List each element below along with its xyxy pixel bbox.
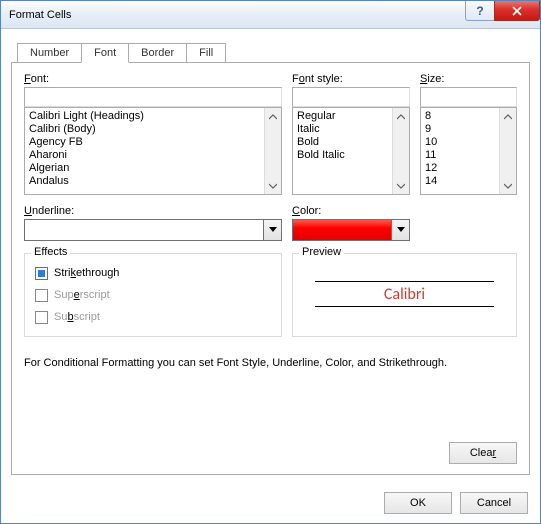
list-item[interactable]: Agency FB: [29, 136, 260, 149]
size-label: Size:: [420, 73, 517, 85]
scroll-down-button[interactable]: [393, 177, 409, 194]
font-style-label: Font style:: [292, 73, 410, 85]
color-label: Color:: [292, 205, 410, 217]
title-bar[interactable]: Format Cells ?: [1, 1, 540, 29]
checkbox-icon: [35, 311, 48, 324]
subscript-checkbox[interactable]: Subscript: [35, 308, 271, 326]
font-style-input[interactable]: [292, 87, 410, 107]
chevron-down-icon: [269, 227, 277, 233]
scroll-down-button[interactable]: [265, 177, 281, 194]
checkbox-label: Superscript: [54, 289, 110, 301]
underline-value: [24, 219, 264, 241]
list-item[interactable]: Calibri (Body): [29, 123, 260, 136]
scrollbar[interactable]: [264, 108, 281, 194]
dropdown-button[interactable]: [392, 219, 410, 241]
superscript-checkbox[interactable]: Superscript: [35, 286, 271, 304]
size-input[interactable]: [420, 87, 517, 107]
close-icon: [512, 6, 522, 16]
dropdown-button[interactable]: [264, 219, 282, 241]
font-input[interactable]: [24, 87, 282, 107]
scrollbar[interactable]: [392, 108, 409, 194]
tab-bar: Number Font Border Fill: [11, 41, 530, 63]
list-item[interactable]: 14: [425, 175, 495, 188]
font-panel: Font: Calibri Light (Headings) Calibri (…: [11, 63, 530, 475]
chevron-down-icon: [397, 183, 405, 189]
dialog-footer: OK Cancel: [1, 483, 540, 523]
underline-label: Underline:: [24, 205, 282, 217]
color-swatch: [292, 219, 392, 241]
preview-line: [315, 281, 494, 282]
tab-number[interactable]: Number: [17, 43, 82, 63]
ok-button[interactable]: OK: [384, 492, 452, 514]
list-item[interactable]: Bold Italic: [297, 149, 388, 162]
window-title: Format Cells: [9, 9, 71, 21]
scrollbar[interactable]: [499, 108, 516, 194]
font-label: Font:: [24, 73, 282, 85]
font-list[interactable]: Calibri Light (Headings) Calibri (Body) …: [24, 107, 282, 195]
size-list[interactable]: 8 9 10 11 12 14: [420, 107, 517, 195]
chevron-down-icon: [269, 183, 277, 189]
list-item[interactable]: 10: [425, 136, 495, 149]
preview-text: Calibri: [380, 285, 429, 304]
tab-font[interactable]: Font: [81, 43, 129, 63]
tab-border[interactable]: Border: [128, 43, 187, 63]
list-item[interactable]: Aharoni: [29, 149, 260, 162]
scroll-down-button[interactable]: [500, 177, 516, 194]
chevron-down-icon: [397, 227, 405, 233]
color-select[interactable]: [292, 219, 410, 241]
format-cells-dialog: Format Cells ? Number Font Border Fill F…: [0, 0, 541, 524]
tab-fill[interactable]: Fill: [186, 43, 226, 63]
list-item[interactable]: Calibri Light (Headings): [29, 110, 260, 123]
checkbox-label: Subscript: [54, 311, 100, 323]
list-item[interactable]: Algerian: [29, 162, 260, 175]
preview-group: Preview Calibri: [292, 253, 517, 337]
effects-group: Effects Strikethrough Superscript Subscr…: [24, 253, 282, 337]
checkbox-icon: [35, 289, 48, 302]
list-item[interactable]: 11: [425, 149, 495, 162]
checkbox-label: Strikethrough: [54, 267, 119, 279]
list-item[interactable]: Regular: [297, 110, 388, 123]
close-button[interactable]: [494, 1, 540, 21]
help-button[interactable]: ?: [465, 1, 495, 21]
info-text: For Conditional Formatting you can set F…: [24, 357, 517, 369]
cancel-button[interactable]: Cancel: [460, 492, 528, 514]
preview-label: Preview: [299, 246, 344, 258]
list-item[interactable]: Bold: [297, 136, 388, 149]
list-item[interactable]: 8: [425, 110, 495, 123]
scroll-up-button[interactable]: [393, 108, 409, 125]
list-item[interactable]: 9: [425, 123, 495, 136]
strikethrough-checkbox[interactable]: Strikethrough: [35, 264, 271, 282]
chevron-up-icon: [397, 114, 405, 120]
chevron-up-icon: [504, 114, 512, 120]
help-icon: ?: [476, 4, 483, 18]
preview-line: [315, 306, 494, 307]
underline-select[interactable]: [24, 219, 282, 241]
effects-label: Effects: [31, 246, 70, 258]
scroll-up-button[interactable]: [265, 108, 281, 125]
checkbox-icon: [35, 267, 48, 280]
chevron-up-icon: [269, 114, 277, 120]
chevron-down-icon: [504, 183, 512, 189]
scroll-up-button[interactable]: [500, 108, 516, 125]
list-item[interactable]: 12: [425, 162, 495, 175]
preview-box: Calibri: [303, 264, 506, 324]
list-item[interactable]: Italic: [297, 123, 388, 136]
font-style-list[interactable]: Regular Italic Bold Bold Italic: [292, 107, 410, 195]
list-item[interactable]: Andalus: [29, 175, 260, 188]
clear-button[interactable]: Clear: [449, 442, 517, 464]
